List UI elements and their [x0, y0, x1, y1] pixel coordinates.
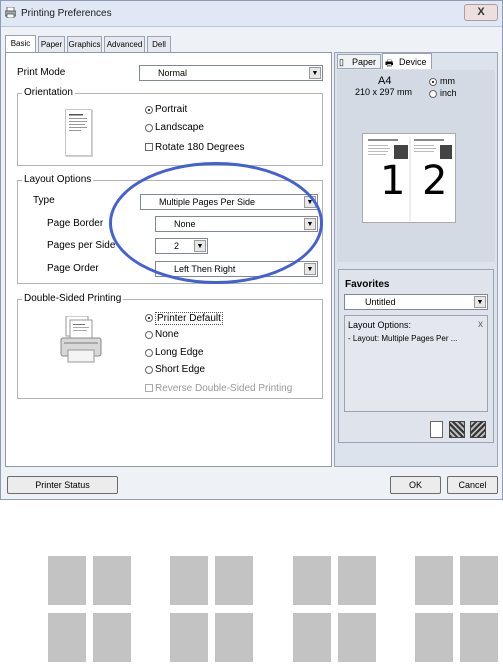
portrait-label: Portrait [155, 104, 188, 115]
layout-thumb [215, 556, 253, 605]
layout-thumb [415, 556, 453, 605]
layout-thumb [93, 556, 131, 605]
unit-mm-label: mm [440, 76, 455, 86]
save-favorite-icon[interactable] [449, 421, 465, 438]
new-favorite-icon[interactable] [430, 421, 443, 438]
unit-inch-radio[interactable] [429, 90, 437, 98]
tab-device-preview[interactable]: 🖶 Device [382, 53, 432, 69]
double-sided-title: Double-Sided Printing [22, 293, 124, 304]
long-edge-radio[interactable] [145, 349, 153, 357]
printing-preferences-dialog: Printing Preferences X Basic Paper Graph… [0, 0, 503, 500]
chevron-down-icon: ▼ [474, 296, 486, 308]
tab-graphics[interactable]: Graphics [67, 36, 102, 53]
layout-thumb [170, 556, 208, 605]
landscape-radio[interactable] [145, 124, 153, 132]
layout-thumb [460, 556, 498, 605]
portrait-page-icon [65, 109, 92, 156]
chevron-down-icon: ▼ [304, 263, 316, 275]
rotate-180-label: Rotate 180 Degrees [155, 142, 245, 153]
favorites-title: Favorites [345, 279, 390, 290]
page-number-1: 1 [380, 158, 406, 204]
reverse-duplex-label: Reverse Double-Sided Printing [155, 383, 293, 394]
paper-size: 210 x 297 mm [355, 87, 413, 97]
layout-thumb [293, 556, 331, 605]
tab-basic[interactable]: Basic [5, 35, 36, 53]
tab-paper-preview-label: Paper [352, 57, 377, 67]
page-order-label: Page Order [47, 263, 99, 274]
highlight-ellipse [109, 162, 323, 284]
rotate-180-checkbox[interactable] [145, 143, 153, 151]
favorites-info-title: Layout Options: [348, 320, 412, 330]
close-button[interactable]: X [464, 4, 498, 21]
layout-thumbnails [0, 500, 503, 666]
layout-options-title: Layout Options [22, 174, 94, 185]
favorites-info-box: Layout Options: x - Layout: Multiple Pag… [344, 315, 488, 412]
duplex-printer-icon [60, 316, 102, 363]
printer-default-radio[interactable] [145, 314, 153, 322]
short-edge-radio[interactable] [145, 366, 153, 374]
page-border-label: Page Border [47, 218, 104, 229]
layout-thumb [415, 613, 453, 662]
landscape-label: Landscape [155, 122, 204, 133]
tab-device-preview-label: Device [399, 57, 427, 67]
layout-thumb [48, 613, 86, 662]
close-icon[interactable]: x [478, 319, 483, 330]
type-label: Type [33, 195, 55, 206]
page-number-2: 2 [422, 158, 448, 204]
orientation-title: Orientation [22, 87, 75, 98]
short-edge-label: Short Edge [155, 364, 206, 375]
printer-status-button[interactable]: Printer Status [7, 476, 118, 494]
duplex-none-label: None [155, 329, 179, 340]
window-title: Printing Preferences [21, 8, 112, 19]
print-mode-label: Print Mode [17, 67, 66, 78]
unit-inch-label: inch [440, 88, 457, 98]
layout-thumb [338, 556, 376, 605]
print-mode-select[interactable]: Normal ▼ [139, 65, 323, 81]
layout-thumb [48, 556, 86, 605]
tab-paper-preview[interactable]: ▯ Paper [337, 54, 381, 69]
pages-per-side-label: Pages per Side [47, 240, 116, 251]
page-preview: 1 2 [362, 133, 456, 223]
favorites-section: Favorites Untitled ▼ Layout Options: x -… [338, 269, 494, 443]
tab-dell[interactable]: Dell [147, 36, 171, 53]
portrait-radio[interactable] [145, 106, 153, 114]
layout-thumb [93, 613, 131, 662]
paper-name: A4 [378, 75, 392, 87]
favorites-info-line: - Layout: Multiple Pages Per ... [348, 334, 458, 343]
paper-icon: ▯ [339, 57, 344, 67]
favorites-value: Untitled [365, 297, 396, 307]
printer-default-label: Printer Default [155, 312, 223, 325]
preview-panel: ▯ Paper 🖶 Device A4 210 x 297 mm mm inch [334, 52, 498, 467]
cancel-button[interactable]: Cancel [447, 476, 498, 494]
duplex-none-radio[interactable] [145, 331, 153, 339]
double-sided-group: Double-Sided Printing Printer Default No… [17, 293, 323, 399]
chevron-down-icon: ▼ [309, 67, 321, 79]
favorites-select[interactable]: Untitled ▼ [344, 294, 488, 310]
long-edge-label: Long Edge [155, 347, 204, 358]
unit-mm-radio[interactable] [429, 78, 437, 86]
tab-paper[interactable]: Paper [38, 36, 65, 53]
reverse-duplex-checkbox[interactable] [145, 384, 153, 392]
print-mode-value: Normal [158, 68, 188, 78]
orientation-group: Orientation Portrait Landscape Rotate 18… [17, 87, 323, 166]
layout-thumb [460, 613, 498, 662]
delete-favorite-icon[interactable] [470, 421, 486, 438]
layout-thumb [170, 613, 208, 662]
title-bar: Printing Preferences X [1, 1, 502, 27]
paper-preview-area: A4 210 x 297 mm mm inch 1 2 [337, 70, 495, 262]
tab-advanced[interactable]: Advanced [104, 36, 145, 53]
printer-icon [5, 7, 16, 18]
layout-thumb [215, 613, 253, 662]
layout-thumb [338, 613, 376, 662]
ok-button[interactable]: OK [390, 476, 441, 494]
layout-thumb [293, 613, 331, 662]
